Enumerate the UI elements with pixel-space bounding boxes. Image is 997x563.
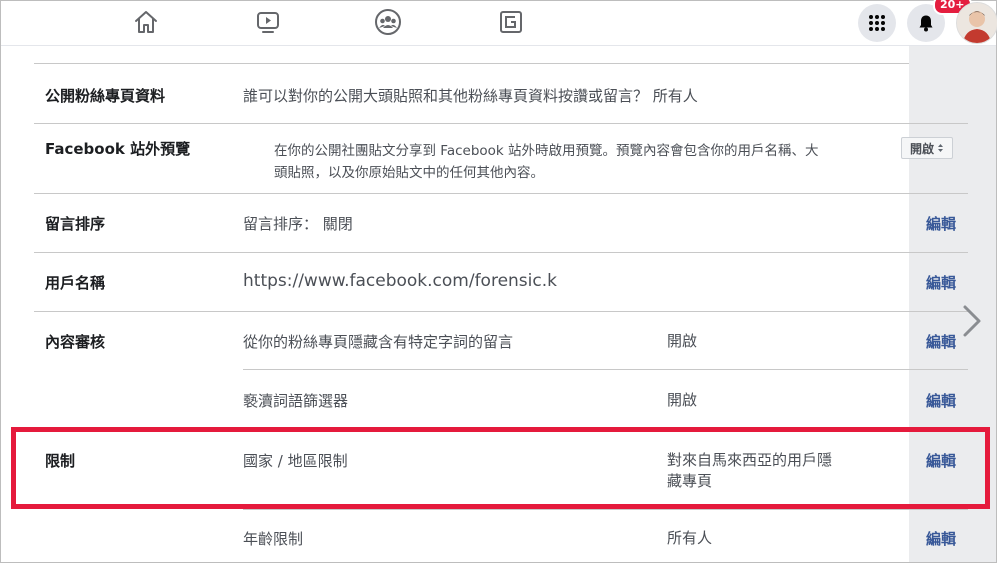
comment-ranking-edit-link[interactable]: 編輯 [926, 213, 956, 234]
chevron-right-icon[interactable] [959, 304, 985, 338]
divider [243, 369, 968, 370]
profanity-filter-description: 褻瀆詞語篩選器 [243, 392, 349, 410]
gaming-icon[interactable] [496, 7, 526, 37]
updown-arrow-icon [938, 144, 943, 152]
profanity-filter-value: 開啟 [667, 391, 698, 409]
divider [34, 252, 968, 253]
username-label: 用戶名稱 [45, 274, 106, 292]
moderation-label: 內容審核 [45, 333, 106, 351]
username-value: https://www.facebook.com/forensic.k [243, 271, 557, 291]
public-profile-label: 公開粉絲專頁資料 [45, 87, 166, 105]
top-navigation-bar: 20+ [1, 0, 997, 46]
profanity-filter-edit-link[interactable]: 編輯 [926, 390, 956, 411]
comment-ranking-label: 留言排序 [45, 215, 106, 233]
age-restriction-value: 所有人 [667, 529, 713, 547]
divider [34, 311, 968, 312]
home-icon[interactable] [131, 7, 161, 37]
offsite-preview-label: Facebook 站外預覽 [45, 140, 191, 158]
offsite-preview-description-line1: 在你的公開社團貼文分享到 Facebook 站外時啟用預覽。預覽內容會包含你的用… [274, 143, 819, 159]
public-profile-description: 誰可以對你的公開大頭貼照和其他粉絲專頁資料按讚或留言？ 所有人 [243, 87, 698, 105]
comment-ranking-description: 留言排序： 關閉 [243, 215, 353, 233]
groups-icon[interactable] [373, 7, 403, 37]
username-edit-link[interactable]: 編輯 [926, 272, 956, 293]
grid-icon [869, 15, 885, 31]
offsite-preview-toggle-dropdown[interactable]: 開啟 [901, 137, 953, 159]
divider [34, 63, 909, 64]
divider [243, 509, 968, 510]
offsite-preview-description-line2: 頭貼照，以及你原始貼文中的任何其他內容。 [274, 165, 544, 181]
menu-grid-button[interactable] [858, 4, 896, 42]
age-restriction-description: 年齡限制 [243, 530, 304, 548]
bell-icon [919, 15, 933, 32]
moderation-keyword-value: 開啟 [667, 332, 698, 350]
highlight-box [11, 427, 990, 509]
moderation-keyword-description: 從你的粉絲專頁隱藏含有特定字詞的留言 [243, 333, 514, 351]
age-restriction-edit-link[interactable]: 編輯 [926, 528, 956, 549]
moderation-keyword-edit-link[interactable]: 編輯 [926, 331, 956, 352]
divider [34, 193, 968, 194]
avatar[interactable] [956, 2, 997, 44]
offsite-preview-toggle-value: 開啟 [909, 141, 934, 156]
divider [34, 123, 968, 124]
watch-icon[interactable] [253, 7, 283, 37]
